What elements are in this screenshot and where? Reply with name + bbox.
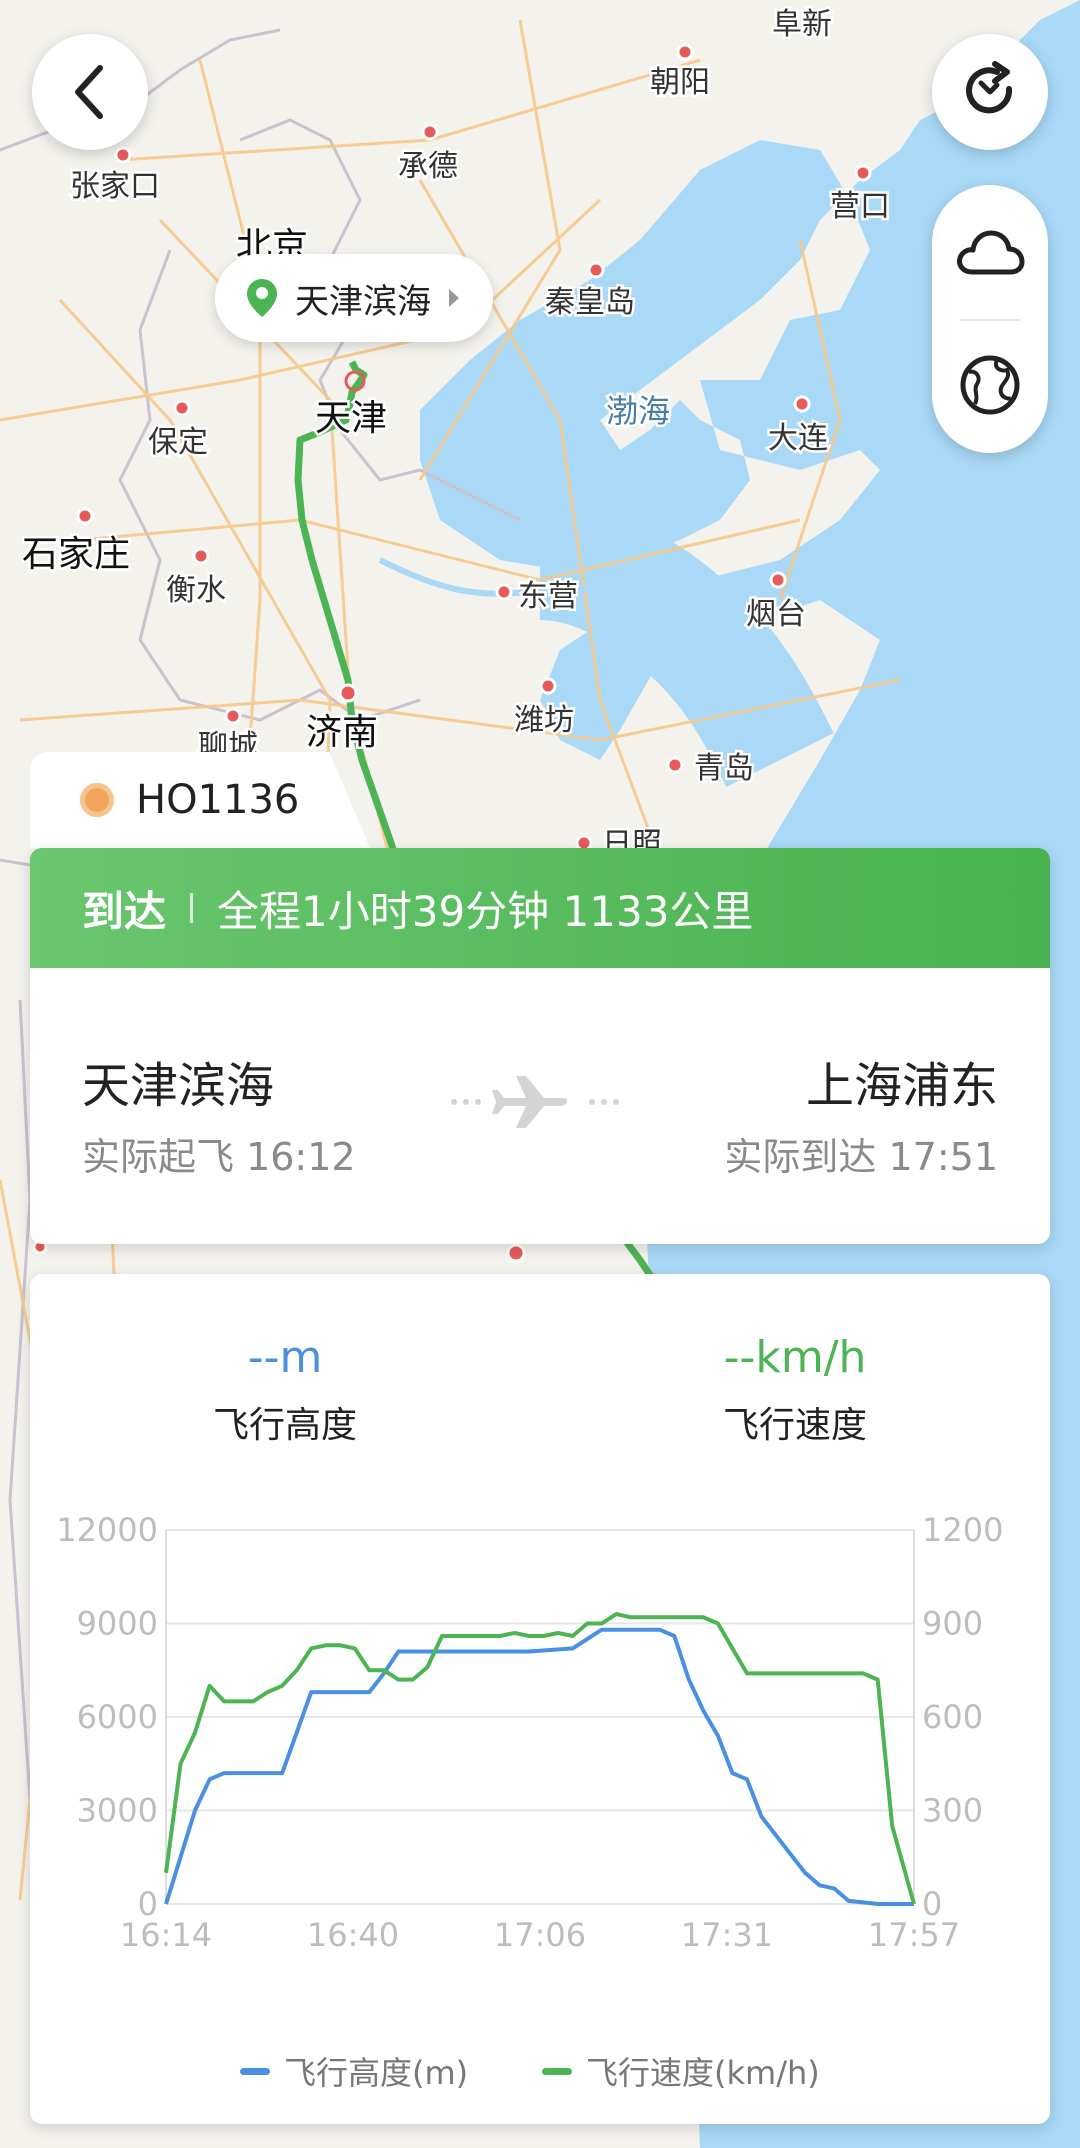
back-button[interactable] xyxy=(32,34,148,150)
airplane-icon xyxy=(451,1076,619,1128)
legend-altitude-label: 飞行高度(m) xyxy=(284,2054,469,2092)
map-label: 东营 xyxy=(518,579,578,614)
legend-speed-swatch xyxy=(542,2067,572,2075)
flight-number: HO1136 xyxy=(136,777,300,823)
map-label: 阜新 xyxy=(772,7,832,42)
actual-arrival: 实际到达 17:51 xyxy=(724,1135,998,1179)
chevron-left-icon xyxy=(75,65,103,119)
origin-airport: 天津滨海 xyxy=(82,1058,275,1114)
x-tick: 17:31 xyxy=(681,1916,773,1954)
flight-summary: 全程1小时39分钟 1133公里 xyxy=(217,886,754,936)
refresh-button[interactable] xyxy=(932,34,1048,150)
legend-altitude-swatch xyxy=(240,2067,270,2075)
weather-button[interactable] xyxy=(932,195,1048,311)
map-label: 朝阳 xyxy=(650,65,710,100)
globe-icon xyxy=(960,355,1020,415)
map-label: 石家庄 xyxy=(22,534,130,575)
map-layer-controls xyxy=(932,185,1048,453)
destination-airport: 上海浦东 xyxy=(805,1058,998,1114)
status-divider xyxy=(190,893,194,923)
flight-number-tab[interactable]: HO1136 xyxy=(30,752,370,848)
origin-tag-label: 天津滨海 xyxy=(295,281,431,322)
flight-status-card[interactable]: 到达 全程1小时39分钟 1133公里 天津滨海 实际起飞 16:12 上海浦东… xyxy=(30,848,1050,1244)
cloud-icon xyxy=(957,230,1025,275)
flight-profile-card: --m 飞行高度 --km/h 飞行速度 12000 1200 9000 900 600… xyxy=(30,1274,1050,2124)
divider xyxy=(960,319,1020,321)
map-label: 保定 xyxy=(148,425,208,460)
map-label: 渤海 xyxy=(606,392,670,430)
globe-button[interactable] xyxy=(932,327,1048,443)
speed-series-line xyxy=(164,1612,916,1905)
flight-profile-chart[interactable]: 12000 12009000 9006000 6003000 3000 016:14 16:… xyxy=(30,1274,1050,2124)
legend-speed-label: 飞行速度(km/h) xyxy=(586,2054,820,2092)
refresh-icon xyxy=(966,61,1013,114)
x-tick: 16:14 xyxy=(120,1916,212,1954)
x-tick: 16:40 xyxy=(307,1916,399,1954)
map-label: 衡水 xyxy=(166,573,226,608)
status-badge: 到达 xyxy=(82,886,167,936)
legend-altitude[interactable]: 飞行高度(m) xyxy=(240,2048,468,2094)
y-left-tick: 12000 xyxy=(56,1511,158,1549)
y-right-tick: 600 xyxy=(922,1698,983,1736)
airline-logo-icon xyxy=(80,783,114,817)
status-bar: 到达 全程1小时39分钟 1133公里 xyxy=(30,848,1050,968)
x-tick: 17:57 xyxy=(868,1916,960,1954)
origin-map-tag[interactable]: 天津滨海 xyxy=(215,254,493,342)
map-label: 张家口 xyxy=(70,169,160,204)
map-label: 秦皇岛 xyxy=(545,285,635,320)
map-label: 烟台 xyxy=(746,597,806,632)
map-label: 青岛 xyxy=(694,751,754,786)
map-label: 潍坊 xyxy=(514,703,574,738)
x-tick: 17:06 xyxy=(494,1916,586,1954)
y-right-tick: 900 xyxy=(922,1605,983,1643)
map-label: 营口 xyxy=(830,189,890,224)
location-pin-icon xyxy=(247,279,277,317)
caret-right-icon xyxy=(449,289,459,307)
y-right-tick: 300 xyxy=(922,1792,983,1830)
y-right-tick: 1200 xyxy=(922,1511,1003,1549)
y-left-tick: 6000 xyxy=(77,1698,158,1736)
legend-speed[interactable]: 飞行速度(km/h) xyxy=(542,2048,820,2094)
map-label: 天津 xyxy=(315,398,387,439)
map-label: 承德 xyxy=(398,149,458,184)
y-left-tick: 9000 xyxy=(77,1605,158,1643)
y-left-tick: 3000 xyxy=(77,1792,158,1830)
map-label: 济南 xyxy=(306,712,378,753)
actual-departure: 实际起飞 16:12 xyxy=(82,1135,356,1179)
map-label: 大连 xyxy=(768,421,828,456)
altitude-series-line xyxy=(164,1627,914,1906)
